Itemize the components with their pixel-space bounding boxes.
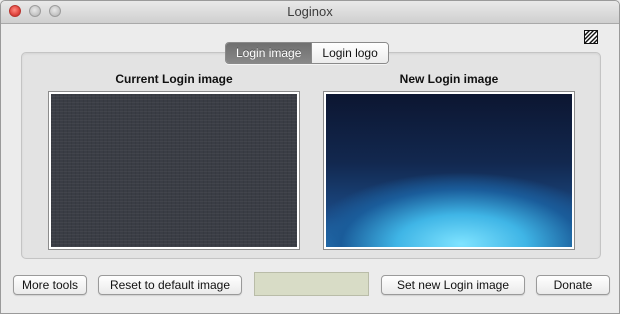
tab-bar: Login image Login logo	[225, 42, 389, 64]
new-login-image[interactable]	[326, 94, 572, 247]
status-field	[254, 272, 369, 296]
title-bar[interactable]: Loginox	[1, 1, 619, 24]
tab-login-logo[interactable]: Login logo	[311, 43, 388, 63]
app-window: Loginox Login image Login logo Current L…	[0, 0, 620, 314]
current-image-label: Current Login image	[115, 72, 233, 86]
set-new-login-image-button[interactable]: Set new Login image	[381, 275, 525, 295]
current-image-well	[48, 91, 300, 250]
current-login-image	[51, 94, 297, 247]
new-image-well[interactable]	[323, 91, 575, 250]
reset-default-image-button[interactable]: Reset to default image	[98, 275, 242, 295]
new-image-label: New Login image	[399, 72, 499, 86]
tab-login-image[interactable]: Login image	[226, 43, 312, 63]
app-logo-icon	[584, 30, 598, 44]
window-title: Loginox	[287, 4, 333, 19]
more-tools-button[interactable]: More tools	[13, 275, 87, 295]
donate-button[interactable]: Donate	[536, 275, 610, 295]
